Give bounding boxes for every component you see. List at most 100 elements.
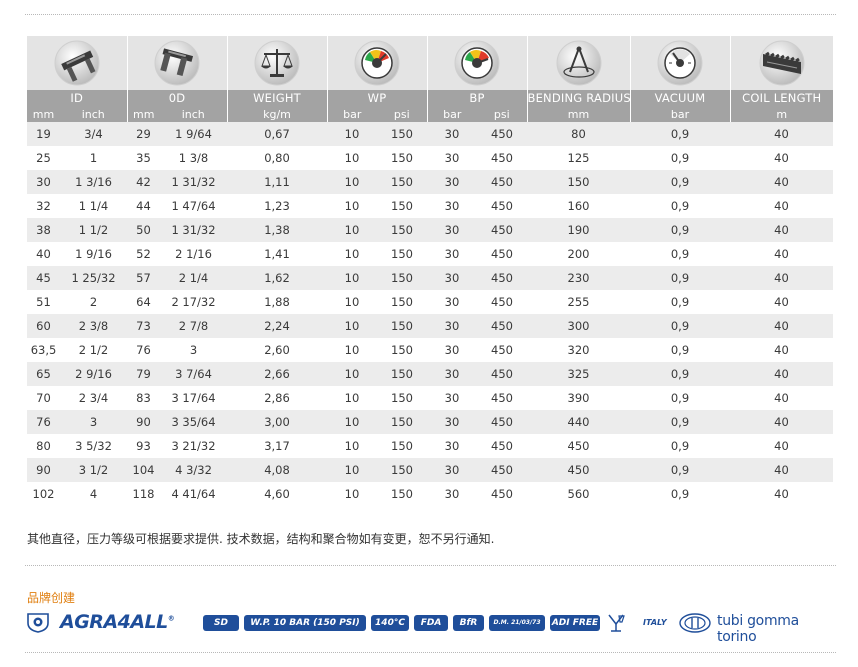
table-cell: 40 <box>730 482 833 506</box>
tubi-gomma-torino-wordmark: tubi gomma torino <box>717 613 799 645</box>
table-row: 51 2 64 2 17/32 1,88 10 150 30 450 255 0,9 40 <box>27 290 833 314</box>
table-cell: 30 <box>427 170 477 194</box>
italy-label: ITALY <box>643 618 667 627</box>
table-cell: 450 <box>477 482 527 506</box>
shield-logo-icon <box>27 613 49 633</box>
table-cell: 4 3/32 <box>160 458 227 482</box>
table-cell: 1 3/8 <box>160 146 227 170</box>
table-cell: 3 <box>160 338 227 362</box>
header-bp: BP <box>426 90 527 106</box>
table-cell: 150 <box>377 362 427 386</box>
table-cell: 30 <box>427 218 477 242</box>
table-row: 70 2 3/4 83 3 17/64 2,86 10 150 30 450 390 0,9 40 <box>27 386 833 410</box>
table-cell: 150 <box>377 458 427 482</box>
table-cell: 44 <box>127 194 160 218</box>
table-cell: 150 <box>377 386 427 410</box>
table-cell: 150 <box>377 242 427 266</box>
unit-cell: psi <box>477 106 527 122</box>
unit-cell: mm <box>126 106 160 122</box>
table-cell: 1 <box>60 146 127 170</box>
table-cell: 40 <box>730 362 833 386</box>
table-cell: 0,9 <box>630 314 730 338</box>
badge-temperature: 140°C <box>371 615 409 631</box>
id-icon-cell <box>27 36 127 90</box>
badge-working-pressure: W.P. 10 BAR (150 PSI) <box>244 615 366 631</box>
table-cell: 0,9 <box>630 290 730 314</box>
table-cell: 40 <box>730 386 833 410</box>
brand-strip: AGRA4ALL® SD W.P. 10 BAR (150 PSI) 140°C… <box>27 609 833 645</box>
table-cell: 0,9 <box>630 122 730 146</box>
table-cell: 30 <box>427 194 477 218</box>
table-cell: 38 <box>27 218 60 242</box>
table-row: 38 1 1/2 50 1 31/32 1,38 10 150 30 450 190 0,9 40 <box>27 218 833 242</box>
table-cell: 10 <box>327 362 377 386</box>
table-cell: 1,23 <box>227 194 327 218</box>
table-cell: 3 21/32 <box>160 434 227 458</box>
table-cell: 10 <box>327 290 377 314</box>
table-cell: 118 <box>127 482 160 506</box>
table-cell: 150 <box>377 434 427 458</box>
table-cell: 10 <box>327 122 377 146</box>
table-cell: 3 5/32 <box>60 434 127 458</box>
table-cell: 2 7/8 <box>160 314 227 338</box>
header-weight: WEIGHT <box>226 90 327 106</box>
table-cell: 150 <box>377 290 427 314</box>
pressure-gauge-icon <box>454 40 500 86</box>
table-cell: 190 <box>527 218 630 242</box>
badge-adi-free: ADI FREE <box>550 615 600 631</box>
table-cell: 40 <box>730 266 833 290</box>
table-cell: 93 <box>127 434 160 458</box>
scale-balance-icon <box>254 40 300 86</box>
column-name-row: ID 0D WEIGHT WP BP BENDING RADIUS VACUUM… <box>27 90 833 106</box>
table-cell: 50 <box>127 218 160 242</box>
table-row: 32 1 1/4 44 1 47/64 1,23 10 150 30 450 160 0,9 40 <box>27 194 833 218</box>
badge-sd: SD <box>203 615 239 631</box>
table-cell: 3,17 <box>227 434 327 458</box>
table-cell: 2 3/4 <box>60 386 127 410</box>
table-cell: 3 <box>60 410 127 434</box>
table-cell: 0,9 <box>630 146 730 170</box>
table-cell: 450 <box>477 410 527 434</box>
table-cell: 0,9 <box>630 482 730 506</box>
table-cell: 4 <box>60 482 127 506</box>
table-cell: 60 <box>27 314 60 338</box>
coil-length-icon-cell <box>729 36 833 90</box>
registered-mark: ® <box>167 614 175 623</box>
table-cell: 83 <box>127 386 160 410</box>
agra4all-text: AGRA4ALL <box>60 611 168 633</box>
badge-dm: D.M. 21/03/73 <box>489 615 545 631</box>
table-cell: 65 <box>27 362 60 386</box>
table-cell: 40 <box>730 290 833 314</box>
table-cell: 1 1/4 <box>60 194 127 218</box>
table-cell: 450 <box>527 458 630 482</box>
table-cell: 80 <box>27 434 60 458</box>
table-cell: 440 <box>527 410 630 434</box>
table-cell: 3 17/64 <box>160 386 227 410</box>
table-cell: 40 <box>730 458 833 482</box>
table-cell: 45 <box>27 266 60 290</box>
table-cell: 450 <box>477 122 527 146</box>
table-cell: 0,9 <box>630 170 730 194</box>
table-cell: 4,08 <box>227 458 327 482</box>
table-cell: 79 <box>127 362 160 386</box>
table-cell: 30 <box>427 338 477 362</box>
unit-cell: psi <box>377 106 427 122</box>
table-cell: 4,60 <box>227 482 327 506</box>
table-cell: 320 <box>527 338 630 362</box>
table-cell: 1 9/16 <box>60 242 127 266</box>
table-cell: 30 <box>427 434 477 458</box>
table-cell: 0,9 <box>630 458 730 482</box>
agra4all-wordmark: AGRA4ALL® <box>60 611 175 633</box>
table-cell: 390 <box>527 386 630 410</box>
unit-row: mm inch mm inch kg/m bar psi bar psi mm … <box>27 106 833 122</box>
table-cell: 0,9 <box>630 362 730 386</box>
table-cell: 0,9 <box>630 434 730 458</box>
bending-radius-icon-cell <box>526 36 630 90</box>
table-cell: 30 <box>427 386 477 410</box>
table-cell: 40 <box>730 314 833 338</box>
table-cell: 0,9 <box>630 218 730 242</box>
table-cell: 76 <box>127 338 160 362</box>
agra4all-logo: AGRA4ALL® <box>27 610 187 636</box>
table-cell: 150 <box>377 338 427 362</box>
table-cell: 1 3/16 <box>60 170 127 194</box>
